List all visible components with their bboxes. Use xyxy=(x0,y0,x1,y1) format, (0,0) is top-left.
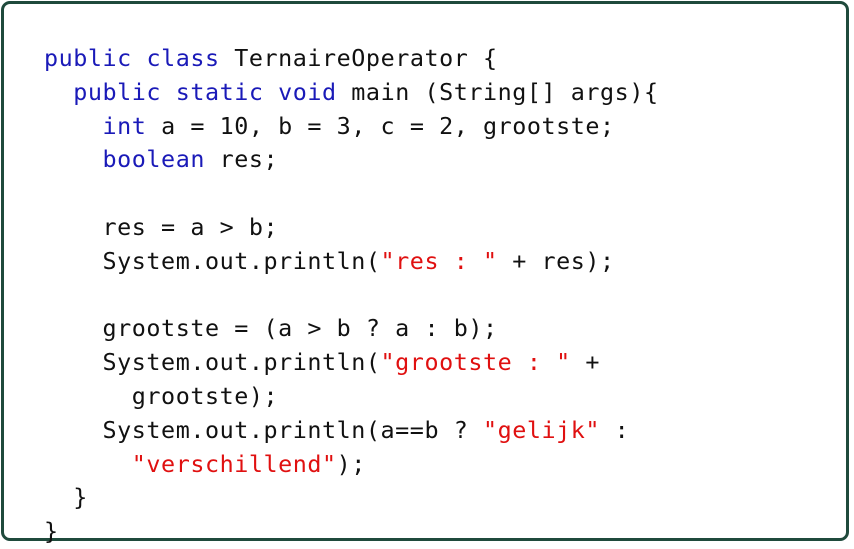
code-text: a = 10, b = 3, c = 2, grootste; xyxy=(146,111,615,140)
code-text: System.out.println(a==b ? xyxy=(102,415,483,444)
code-text: res = a > b; xyxy=(102,212,279,241)
code-line: grootste); xyxy=(44,380,659,414)
code-line: public static void main (String[] args){ xyxy=(44,76,659,110)
code-keyword: static xyxy=(175,77,264,106)
code-text: System.out.println( xyxy=(102,246,381,275)
code-string: "grootste : " xyxy=(380,348,571,377)
code-block: public class TernaireOperator { public s… xyxy=(44,42,659,549)
code-text: main (String[] args){ xyxy=(336,77,659,106)
code-keyword: void xyxy=(278,77,337,106)
code-keyword: int xyxy=(102,111,147,140)
code-text: TernaireOperator { xyxy=(219,44,498,72)
code-string: "verschillend" xyxy=(131,449,337,478)
code-keyword: class xyxy=(146,44,220,72)
code-text: + xyxy=(570,348,601,377)
code-keyword: public xyxy=(44,44,132,72)
code-line: res = a > b; xyxy=(44,211,659,245)
code-string: "res : " xyxy=(380,246,498,275)
code-line: } xyxy=(44,481,659,515)
code-line: public class TernaireOperator { xyxy=(44,42,659,76)
code-string: "gelijk" xyxy=(482,415,601,444)
code-line: boolean res; xyxy=(44,143,659,177)
code-line: grootste = (a > b ? a : b); xyxy=(44,312,659,346)
code-text: grootste); xyxy=(131,381,279,410)
code-text: ); xyxy=(336,449,366,478)
code-text: System.out.println( xyxy=(102,348,381,377)
code-keyword: public xyxy=(73,77,162,106)
code-keyword: boolean xyxy=(102,145,205,174)
code-line: System.out.println("res : " + res); xyxy=(44,245,659,279)
code-listing-frame: public class TernaireOperator { public s… xyxy=(1,1,849,545)
code-text: } xyxy=(44,517,59,546)
code-text: + res); xyxy=(497,246,615,275)
code-line: System.out.println("grootste : " + xyxy=(44,346,659,380)
code-text: grootste = (a > b ? a : b); xyxy=(102,314,498,343)
code-text: res; xyxy=(204,145,279,174)
code-text: : xyxy=(600,415,630,444)
code-line: int a = 10, b = 3, c = 2, grootste; xyxy=(44,110,659,144)
code-line: System.out.println(a==b ? "gelijk" : xyxy=(44,414,659,448)
code-line: } xyxy=(44,515,659,549)
code-text: } xyxy=(73,483,88,512)
code-line: "verschillend"); xyxy=(44,448,659,482)
